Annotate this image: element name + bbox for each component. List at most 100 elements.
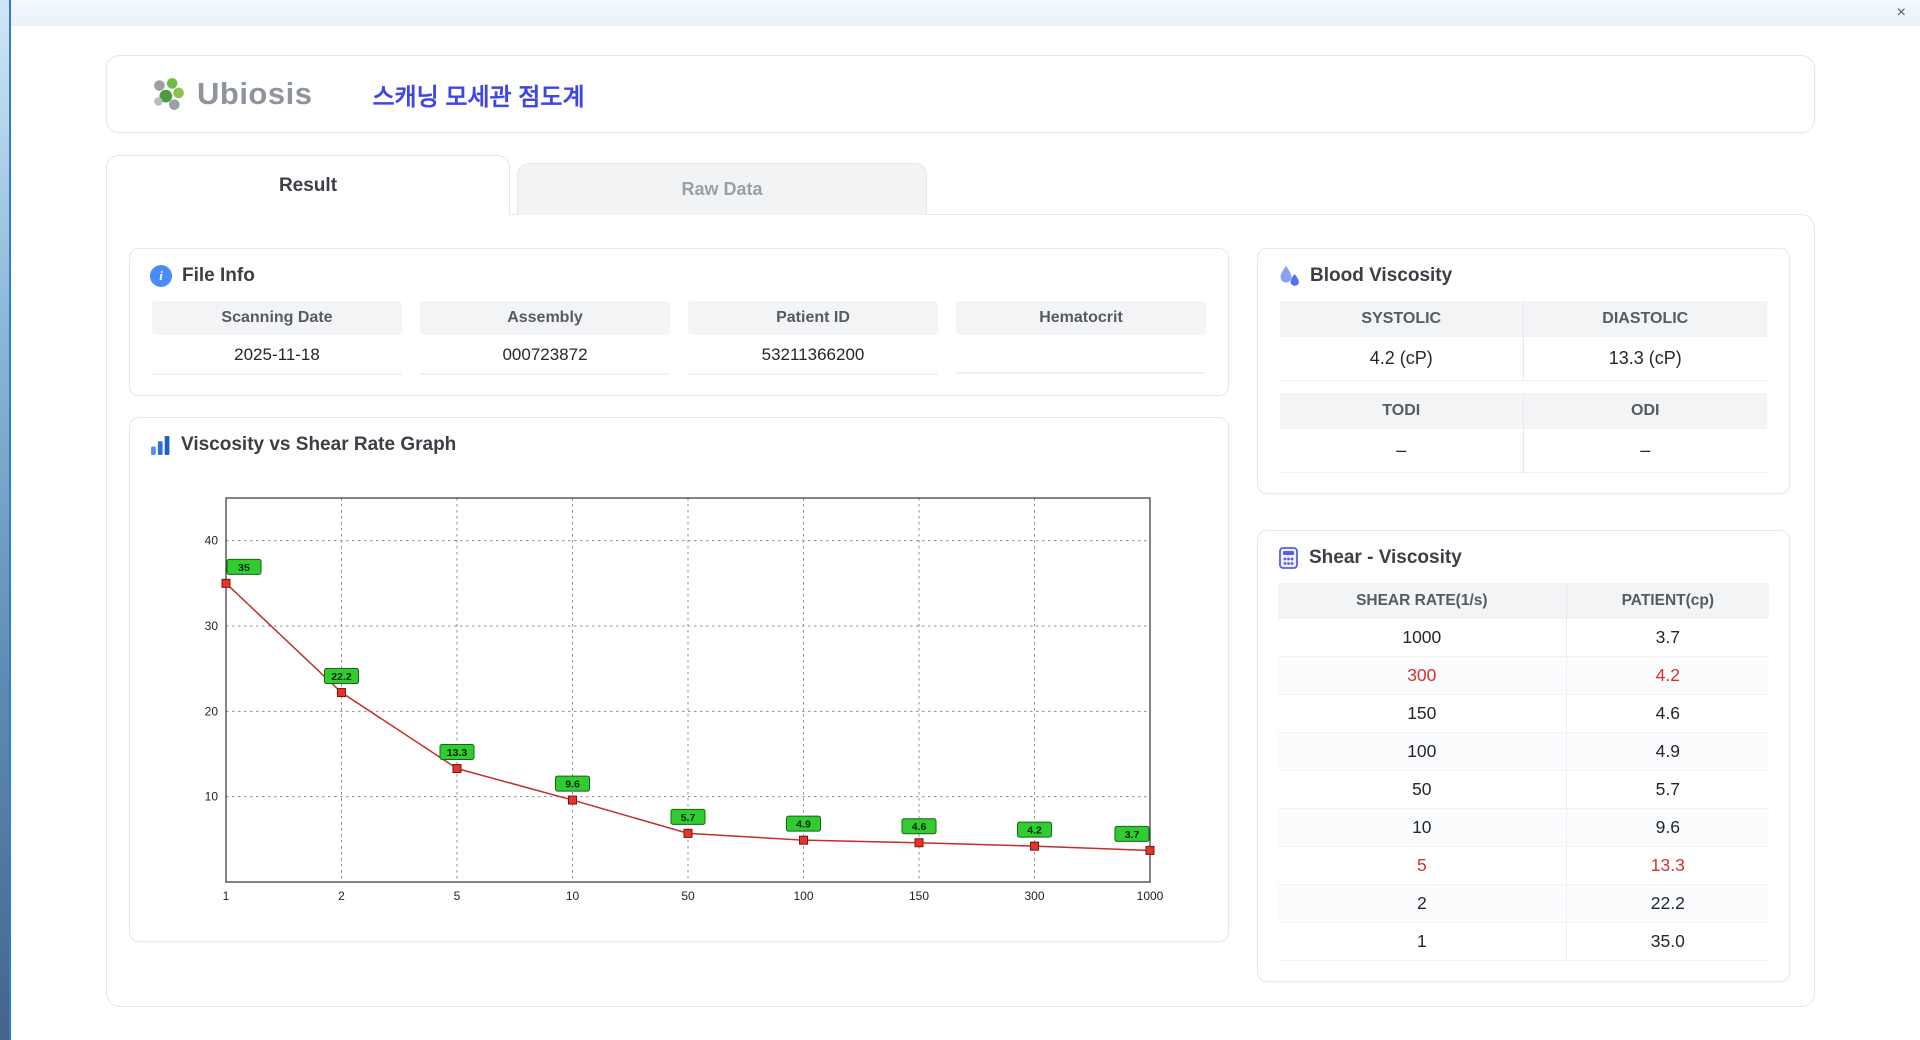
app-title: 스캐닝 모세관 점도계 <box>372 83 585 111</box>
shear-rate-cell: 100 <box>1278 732 1567 771</box>
shear-table-header-row: SHEAR RATE(1/s) PATIENT(cp) <box>1278 583 1769 619</box>
svg-text:50: 50 <box>681 889 695 903</box>
titlebar: × <box>11 0 1920 26</box>
shear-rate-cell: 1000 <box>1278 619 1567 657</box>
todi-value: – <box>1280 429 1524 473</box>
graph-title: Viscosity vs Shear Rate Graph <box>181 434 457 455</box>
shear-rate-cell: 1 <box>1278 922 1567 961</box>
table-row: 5 13.3 <box>1278 846 1769 885</box>
patient-id-label: Patient ID <box>688 301 938 335</box>
table-row: 50 5.7 <box>1278 770 1769 809</box>
table-row: 150 4.6 <box>1278 694 1769 733</box>
diastolic-header: DIASTOLIC <box>1523 301 1767 337</box>
patient-cell: 4.6 <box>1566 694 1769 733</box>
patient-id-value: 53211366200 <box>688 335 938 375</box>
shear-rate-cell: 50 <box>1278 770 1567 809</box>
graph-card: Viscosity vs Shear Rate Graph 10 20 30 40 1 2… <box>129 417 1229 942</box>
blood-viscosity-table: SYSTOLIC DIASTOLIC 4.2 (cP) 13.3 (cP) TO… <box>1278 301 1769 473</box>
systolic-value: 4.2 (cP) <box>1280 337 1524 381</box>
patient-cell: 4.2 <box>1566 656 1769 695</box>
svg-text:10: 10 <box>566 889 580 903</box>
svg-text:1: 1 <box>223 889 230 903</box>
chart-container: 10 20 30 40 1 2 5 10 50 100 150 300 1000 35 22.2 13.3 9.… <box>150 470 1208 921</box>
hematocrit-label: Hematocrit <box>956 301 1206 335</box>
logo: Ubiosis <box>149 76 312 112</box>
patient-cell: 9.6 <box>1566 808 1769 847</box>
svg-text:20: 20 <box>205 704 219 718</box>
shear-rate-column-header: SHEAR RATE(1/s) <box>1278 583 1567 619</box>
shear-table-head: SHEAR RATE(1/s) PATIENT(cp) <box>1278 583 1769 619</box>
svg-text:5: 5 <box>454 889 461 903</box>
shear-viscosity-card: Shear - Viscosity SHEAR RATE(1/s) PATIEN… <box>1257 530 1790 982</box>
svg-text:300: 300 <box>1024 889 1044 903</box>
file-info-card: i File Info Scanning Date 2025-11-18 Ass… <box>129 248 1229 396</box>
assembly-label: Assembly <box>420 301 670 335</box>
patient-cell: 22.2 <box>1566 884 1769 923</box>
hematocrit-field: Hematocrit <box>956 301 1206 375</box>
left-column: i File Info Scanning Date 2025-11-18 Ass… <box>129 248 1229 982</box>
scanning-date-label: Scanning Date <box>152 301 402 335</box>
blood-viscosity-title: Blood Viscosity <box>1310 265 1453 286</box>
shear-rate-cell: 300 <box>1278 656 1567 695</box>
svg-text:3.7: 3.7 <box>1125 829 1140 841</box>
assembly-value: 000723872 <box>420 335 670 375</box>
blood-viscosity-header: Blood Viscosity <box>1278 265 1769 287</box>
scanning-date-field: Scanning Date 2025-11-18 <box>152 301 402 375</box>
svg-text:30: 30 <box>205 619 219 633</box>
svg-text:5.7: 5.7 <box>681 812 696 824</box>
todi-header: TODI <box>1280 393 1524 429</box>
systolic-diastolic-row: SYSTOLIC DIASTOLIC 4.2 (cP) 13.3 (cP) <box>1280 301 1767 381</box>
svg-text:100: 100 <box>793 889 813 903</box>
svg-text:35: 35 <box>238 562 250 574</box>
svg-text:1000: 1000 <box>1137 889 1164 903</box>
svg-text:4.2: 4.2 <box>1027 825 1042 837</box>
table-row: 2 22.2 <box>1278 884 1769 923</box>
file-info-fields: Scanning Date 2025-11-18 Assembly 000723… <box>150 301 1208 375</box>
table-row: 300 4.2 <box>1278 656 1769 695</box>
right-column: Blood Viscosity SYSTOLIC DIASTOLIC 4.2 (… <box>1257 248 1790 982</box>
table-row: 1 35.0 <box>1278 922 1769 961</box>
header-card: Ubiosis 스캐닝 모세관 점도계 <box>106 55 1815 133</box>
info-icon: i <box>150 265 172 287</box>
shear-table-body: 1000 3.7 300 4.2 150 4.6 100 4.9 50 5.7 10 9.6 5 13.3… <box>1278 619 1769 961</box>
todi-odi-row: TODI ODI – – <box>1280 393 1767 473</box>
file-info-header: i File Info <box>150 265 1208 287</box>
odi-value: – <box>1523 429 1767 473</box>
svg-text:2: 2 <box>338 889 345 903</box>
table-row: 10 9.6 <box>1278 808 1769 847</box>
tab-result[interactable]: Result <box>106 155 510 215</box>
blood-viscosity-card: Blood Viscosity SYSTOLIC DIASTOLIC 4.2 (… <box>1257 248 1790 494</box>
result-panel: i File Info Scanning Date 2025-11-18 Ass… <box>106 214 1815 1007</box>
table-row: 1000 3.7 <box>1278 619 1769 657</box>
svg-text:150: 150 <box>909 889 929 903</box>
patient-cell: 3.7 <box>1566 619 1769 657</box>
svg-text:9.6: 9.6 <box>565 779 580 791</box>
app-window: × Ubiosis 스캐닝 모세관 점도계 Result Raw Data i … <box>9 0 1920 1040</box>
hematocrit-value <box>956 335 1206 374</box>
close-icon[interactable]: × <box>1897 4 1906 21</box>
patient-cell: 13.3 <box>1566 846 1769 885</box>
svg-text:40: 40 <box>205 534 219 548</box>
shear-table: SHEAR RATE(1/s) PATIENT(cp) 1000 3.7 300 4.… <box>1278 583 1769 961</box>
tab-bar: Result Raw Data <box>106 155 1815 215</box>
graph-header: Viscosity vs Shear Rate Graph <box>150 434 1208 456</box>
patient-cell: 35.0 <box>1566 922 1769 961</box>
svg-text:13.3: 13.3 <box>447 747 468 759</box>
desktop-background <box>0 0 9 1040</box>
patient-column-header: PATIENT(cp) <box>1566 583 1769 619</box>
droplet-icon <box>1280 266 1299 286</box>
tab-raw-data[interactable]: Raw Data <box>517 163 927 215</box>
odi-header: ODI <box>1523 393 1767 429</box>
table-row: 100 4.9 <box>1278 732 1769 771</box>
systolic-header: SYSTOLIC <box>1280 301 1524 337</box>
patient-id-field: Patient ID 53211366200 <box>688 301 938 375</box>
shear-viscosity-header: Shear - Viscosity <box>1278 547 1769 569</box>
svg-text:10: 10 <box>205 790 219 804</box>
bar-chart-icon <box>151 435 170 455</box>
calculator-icon <box>1279 547 1298 569</box>
file-info-title: File Info <box>182 265 255 286</box>
svg-text:22.2: 22.2 <box>331 671 352 683</box>
shear-rate-cell: 10 <box>1278 808 1567 847</box>
logo-icon <box>154 78 184 110</box>
svg-text:4.6: 4.6 <box>912 821 927 833</box>
